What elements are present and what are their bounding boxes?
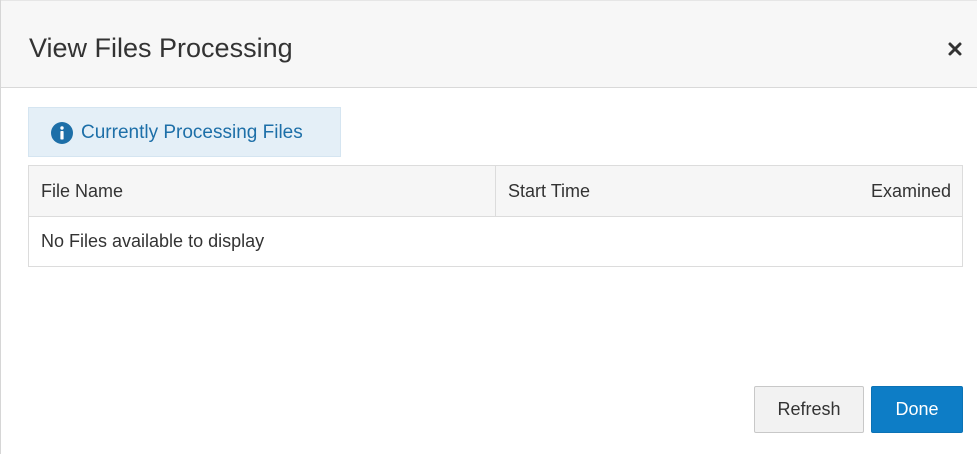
column-header-file-name[interactable]: File Name [41,180,123,202]
column-divider [495,166,496,217]
files-table: File Name Start Time Examined No Files a… [28,165,963,267]
column-header-examined[interactable]: Examined [871,180,951,202]
empty-table-message: No Files available to display [41,231,265,251]
close-icon [948,42,962,56]
close-button[interactable] [943,37,967,61]
info-icon [51,122,73,144]
column-header-start-time[interactable]: Start Time [508,180,590,202]
table-header: File Name Start Time Examined [29,166,962,217]
banner-text: Currently Processing Files [81,122,303,143]
done-button[interactable]: Done [871,386,963,433]
dialog-title: View Files Processing [29,33,293,63]
refresh-button[interactable]: Refresh [754,386,864,433]
view-files-processing-dialog: View Files Processing Currently Processi… [0,0,977,454]
dialog-header: View Files Processing [1,0,977,88]
info-banner: Currently Processing Files [28,107,341,157]
